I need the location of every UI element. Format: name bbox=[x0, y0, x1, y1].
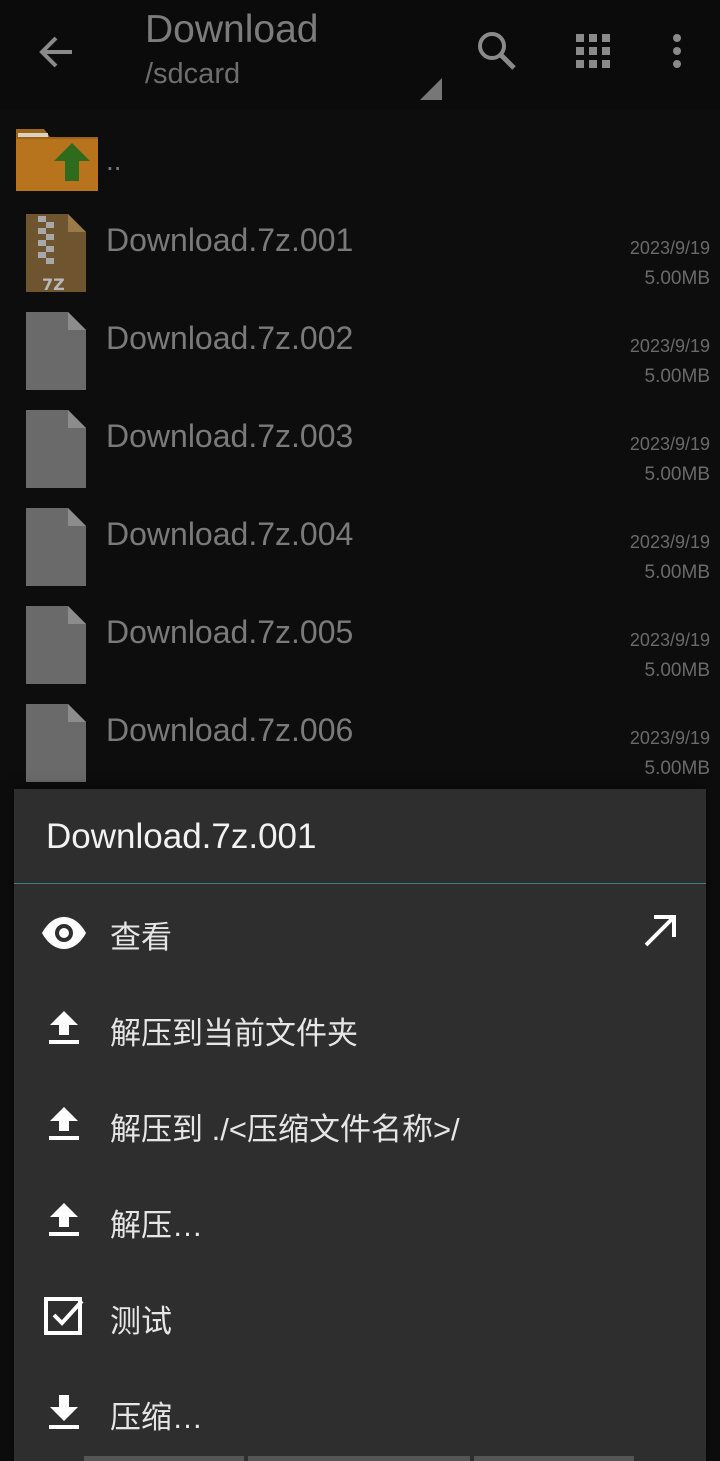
file-size: 5.00MB bbox=[644, 660, 710, 681]
menu-item-label: 解压到当前文件夹 bbox=[110, 1016, 358, 1051]
menu-item-label: 查看 bbox=[110, 920, 172, 955]
menu-item-compress[interactable]: 压缩… bbox=[14, 1365, 706, 1461]
file-icon bbox=[26, 606, 86, 684]
file-row[interactable]: Download.7z.002 2023/9/19 5.00MB bbox=[0, 302, 720, 400]
menu-item-view[interactable]: 查看 bbox=[14, 885, 706, 981]
file-row[interactable]: Download.7z.004 2023/9/19 5.00MB bbox=[0, 498, 720, 596]
file-date: 2023/9/19 bbox=[629, 532, 710, 552]
back-arrow-icon[interactable] bbox=[32, 28, 80, 76]
search-icon[interactable] bbox=[472, 26, 522, 76]
parent-folder-label: .. bbox=[106, 145, 122, 176]
folder-up-icon bbox=[16, 129, 98, 191]
current-path[interactable]: /sdcard bbox=[145, 58, 240, 91]
app-toolbar: Download /sdcard bbox=[0, 0, 720, 110]
file-name: Download.7z.004 bbox=[106, 516, 354, 552]
menu-item-test[interactable]: 测试 bbox=[14, 1269, 706, 1365]
context-menu-dialog: Download.7z.001 查看 解压到当前文件夹 解压到 ./<压缩文件名… bbox=[14, 789, 706, 1461]
file-date: 2023/9/19 bbox=[629, 238, 710, 258]
bottom-tab-indicator bbox=[474, 1456, 634, 1461]
file-size: 5.00MB bbox=[644, 268, 710, 289]
file-row[interactable]: Download.7z.005 2023/9/19 5.00MB bbox=[0, 596, 720, 694]
menu-item-extract-to-folder[interactable]: 解压到 ./<压缩文件名称>/ bbox=[14, 1077, 706, 1173]
file-icon bbox=[26, 410, 86, 488]
file-size: 5.00MB bbox=[644, 464, 710, 485]
file-name: Download.7z.006 bbox=[106, 712, 354, 748]
file-icon bbox=[26, 508, 86, 586]
svg-text:7Z: 7Z bbox=[42, 275, 65, 294]
menu-item-label: 压缩… bbox=[110, 1400, 203, 1435]
bottom-tab-indicator bbox=[84, 1456, 244, 1461]
file-icon bbox=[26, 704, 86, 782]
file-date: 2023/9/19 bbox=[629, 728, 710, 748]
menu-item-label: 测试 bbox=[110, 1304, 172, 1339]
file-date: 2023/9/19 bbox=[629, 434, 710, 454]
file-icon bbox=[26, 312, 86, 390]
eye-icon bbox=[42, 917, 86, 949]
file-size: 5.00MB bbox=[644, 562, 710, 583]
path-dropdown-icon[interactable] bbox=[420, 78, 442, 100]
file-size: 5.00MB bbox=[644, 366, 710, 387]
upload-icon bbox=[49, 1011, 79, 1044]
menu-item-extract[interactable]: 解压… bbox=[14, 1173, 706, 1269]
7z-archive-icon: 7Z bbox=[26, 214, 86, 294]
open-external-icon[interactable] bbox=[638, 909, 682, 953]
file-row[interactable]: Download.7z.006 2023/9/19 5.00MB bbox=[0, 694, 720, 792]
file-size: 5.00MB bbox=[644, 758, 710, 779]
file-name: Download.7z.001 bbox=[106, 222, 354, 258]
file-date: 2023/9/19 bbox=[629, 630, 710, 650]
grid-view-icon[interactable] bbox=[568, 26, 618, 76]
file-date: 2023/9/19 bbox=[629, 336, 710, 356]
download-icon bbox=[49, 1395, 79, 1429]
menu-item-label: 解压到 ./<压缩文件名称>/ bbox=[110, 1112, 460, 1147]
file-name: Download.7z.005 bbox=[106, 614, 354, 650]
upload-icon bbox=[49, 1107, 79, 1140]
file-row[interactable]: 7Z Download.7z.001 2023/9/19 5.00MB bbox=[0, 204, 720, 302]
more-vert-icon[interactable] bbox=[652, 26, 702, 76]
upload-icon bbox=[49, 1203, 79, 1236]
checkbox-icon bbox=[44, 1297, 84, 1335]
file-row[interactable]: Download.7z.003 2023/9/19 5.00MB bbox=[0, 400, 720, 498]
menu-item-label: 解压… bbox=[110, 1208, 203, 1243]
file-name: Download.7z.002 bbox=[106, 320, 354, 356]
menu-item-extract-here[interactable]: 解压到当前文件夹 bbox=[14, 981, 706, 1077]
bottom-tab-indicator bbox=[248, 1456, 470, 1461]
context-menu-title: Download.7z.001 bbox=[46, 817, 317, 856]
title-divider bbox=[14, 883, 706, 884]
file-name: Download.7z.003 bbox=[106, 418, 354, 454]
page-title: Download bbox=[145, 8, 319, 51]
parent-folder-row[interactable]: .. bbox=[0, 115, 720, 200]
